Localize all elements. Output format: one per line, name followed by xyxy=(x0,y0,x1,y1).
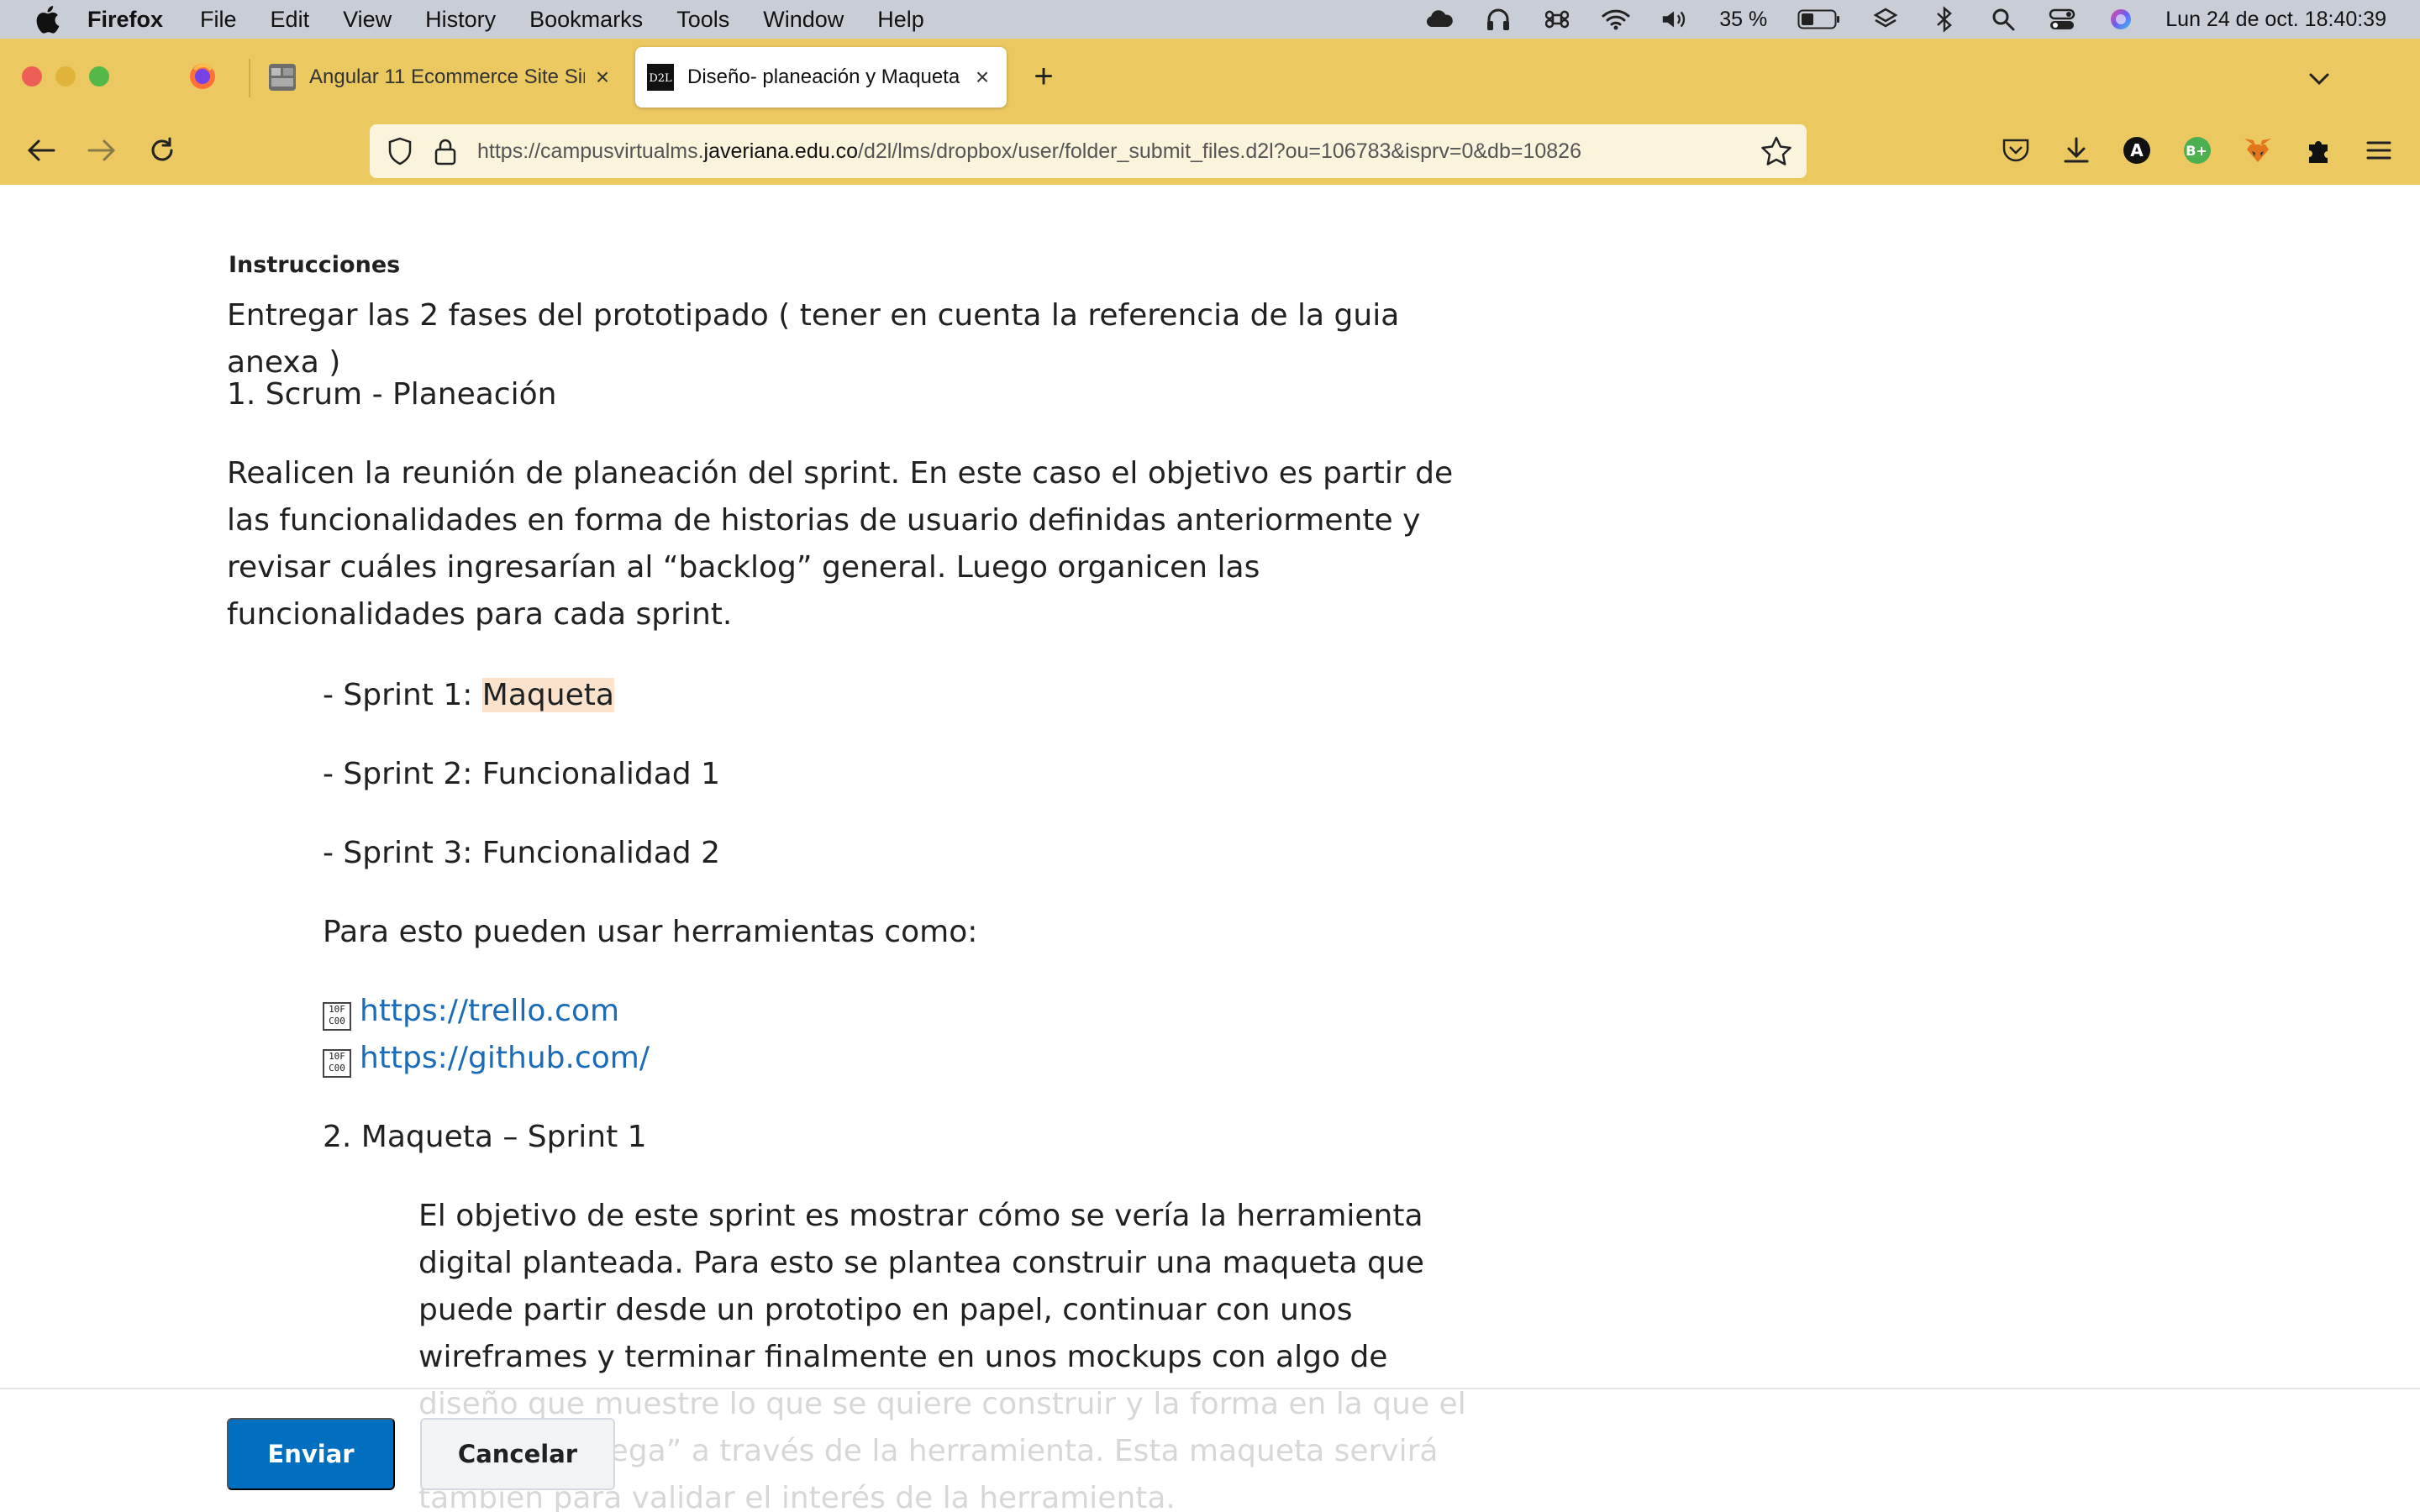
new-tab-button[interactable]: + xyxy=(1027,60,1060,94)
sprint-1-label: - Sprint 1: xyxy=(323,678,482,712)
menu-history[interactable]: History xyxy=(425,7,496,33)
layers-icon[interactable] xyxy=(1871,5,1900,34)
d2l-favicon-icon: D2L xyxy=(647,64,674,91)
downloads-icon[interactable] xyxy=(2059,133,2094,168)
battery-icon[interactable] xyxy=(1797,5,1841,34)
extensions-puzzle-icon[interactable] xyxy=(2301,133,2336,168)
siri-icon[interactable] xyxy=(2107,5,2135,34)
volume-icon[interactable] xyxy=(1660,5,1689,34)
section1-title: 1. Scrum - Planeación xyxy=(227,377,557,412)
url-domain: javeriana.edu.co xyxy=(703,139,858,163)
account-a-icon[interactable]: A xyxy=(2119,133,2154,168)
bookmark-star-icon[interactable] xyxy=(1760,134,1793,168)
sprint-2-item: - Sprint 2: Funcionalidad 1 xyxy=(323,757,720,791)
menu-tools[interactable]: Tools xyxy=(676,7,729,33)
section2-title: 2. Maqueta – Sprint 1 xyxy=(323,1120,647,1154)
close-tab-icon[interactable]: × xyxy=(590,64,615,90)
metamask-fox-icon[interactable] xyxy=(2240,133,2275,168)
command-icon[interactable] xyxy=(1543,5,1571,34)
spotlight-search-icon[interactable] xyxy=(1989,5,2018,34)
address-bar[interactable]: https://campusvirtualms.javeriana.edu.co… xyxy=(370,124,1807,178)
page-content: Instrucciones Entregar las 2 fases del p… xyxy=(0,185,2420,1512)
navigation-toolbar: https://campusvirtualms.javeriana.edu.co… xyxy=(0,116,2420,185)
svg-text:B+: B+ xyxy=(2186,143,2207,159)
submit-actions-bar: Enviar Cancelar xyxy=(0,1388,2420,1512)
highlighted-text: Maqueta xyxy=(481,678,614,712)
lock-icon[interactable] xyxy=(430,136,460,166)
menu-view[interactable]: View xyxy=(343,7,392,33)
menu-help[interactable]: Help xyxy=(877,7,924,33)
tab-diseno-planeacion[interactable]: D2L Diseño- planeación y Maqueta ( × xyxy=(635,47,1007,108)
tab-title: Diseño- planeación y Maqueta ( xyxy=(687,66,965,88)
minimize-window-button[interactable] xyxy=(55,66,76,87)
close-window-button[interactable] xyxy=(22,66,42,87)
cancel-button[interactable]: Cancelar xyxy=(420,1418,615,1490)
zoom-window-button[interactable] xyxy=(89,66,109,87)
list-all-tabs-chevron-down-icon[interactable] xyxy=(2302,62,2336,96)
missing-glyph-icon: 10F C00 xyxy=(323,1002,351,1031)
tab-title: Angular 11 Ecommerce Site Sing xyxy=(309,66,585,88)
tab-strip: Angular 11 Ecommerce Site Sing × D2L Dis… xyxy=(0,39,2420,116)
tool-link-row: 10F C00 https://github.com/ xyxy=(323,1035,1465,1082)
url-path: /d2l/lms/dropbox/user/folder_submit_file… xyxy=(858,139,1581,163)
tab-separator xyxy=(249,59,250,97)
hamburger-menu-icon[interactable] xyxy=(2361,133,2396,168)
menu-file[interactable]: File xyxy=(200,7,237,33)
sprint-3-item: - Sprint 3: Funcionalidad 2 xyxy=(323,836,720,870)
menu-app-name[interactable]: Firefox xyxy=(87,7,163,33)
headphones-icon[interactable] xyxy=(1484,5,1512,34)
github-link[interactable]: https://github.com/ xyxy=(360,1041,650,1075)
tool-link-row: 10F C00 https://trello.com xyxy=(323,988,1465,1035)
submit-button[interactable]: Enviar xyxy=(227,1418,395,1490)
menu-bookmarks[interactable]: Bookmarks xyxy=(529,7,643,33)
trello-link[interactable]: https://trello.com xyxy=(360,994,619,1028)
reload-icon[interactable] xyxy=(145,133,180,168)
menu-edit[interactable]: Edit xyxy=(271,7,310,33)
control-center-icon[interactable] xyxy=(2048,5,2076,34)
extension-b-plus-icon[interactable]: B+ xyxy=(2180,133,2215,168)
menu-window[interactable]: Window xyxy=(763,7,844,33)
tools-intro: Para esto pueden usar herramientas como: xyxy=(323,915,978,949)
tracking-protection-shield-icon[interactable] xyxy=(385,136,415,166)
tab-angular-ecommerce[interactable]: Angular 11 Ecommerce Site Sing × xyxy=(269,47,615,108)
apple-icon[interactable] xyxy=(32,4,62,34)
sprint-1-item: - Sprint 1: Maqueta xyxy=(323,672,1465,719)
close-tab-icon[interactable]: × xyxy=(970,64,995,90)
cloud-icon[interactable] xyxy=(1425,5,1454,34)
clock[interactable]: Lun 24 de oct. 18:40:39 xyxy=(2165,8,2386,32)
forward-arrow-icon[interactable] xyxy=(84,133,119,168)
bluetooth-icon[interactable] xyxy=(1930,5,1959,34)
macos-menu-bar: Firefox File Edit View History Bookmarks… xyxy=(0,0,2420,39)
wifi-icon[interactable] xyxy=(1602,5,1630,34)
firefox-view-icon[interactable] xyxy=(188,62,217,91)
missing-glyph-icon: 10F C00 xyxy=(323,1049,351,1078)
pocket-icon[interactable] xyxy=(1998,133,2033,168)
url-prefix: https://campusvirtualms. xyxy=(477,139,704,163)
video-thumbnail-favicon-icon xyxy=(269,64,296,91)
back-arrow-icon[interactable] xyxy=(24,133,59,168)
svg-text:D2L: D2L xyxy=(649,72,672,85)
status-area: 35 % Lun 24 de oct. 18:40:39 xyxy=(1425,0,2386,39)
section1-body: Realicen la reunión de planeación del sp… xyxy=(227,456,1454,632)
svg-text:A: A xyxy=(2130,140,2144,160)
instructions-heading: Instrucciones xyxy=(229,252,401,278)
url-text[interactable]: https://campusvirtualms.javeriana.edu.co… xyxy=(477,139,1754,164)
battery-percent: 35 % xyxy=(1719,7,1768,31)
